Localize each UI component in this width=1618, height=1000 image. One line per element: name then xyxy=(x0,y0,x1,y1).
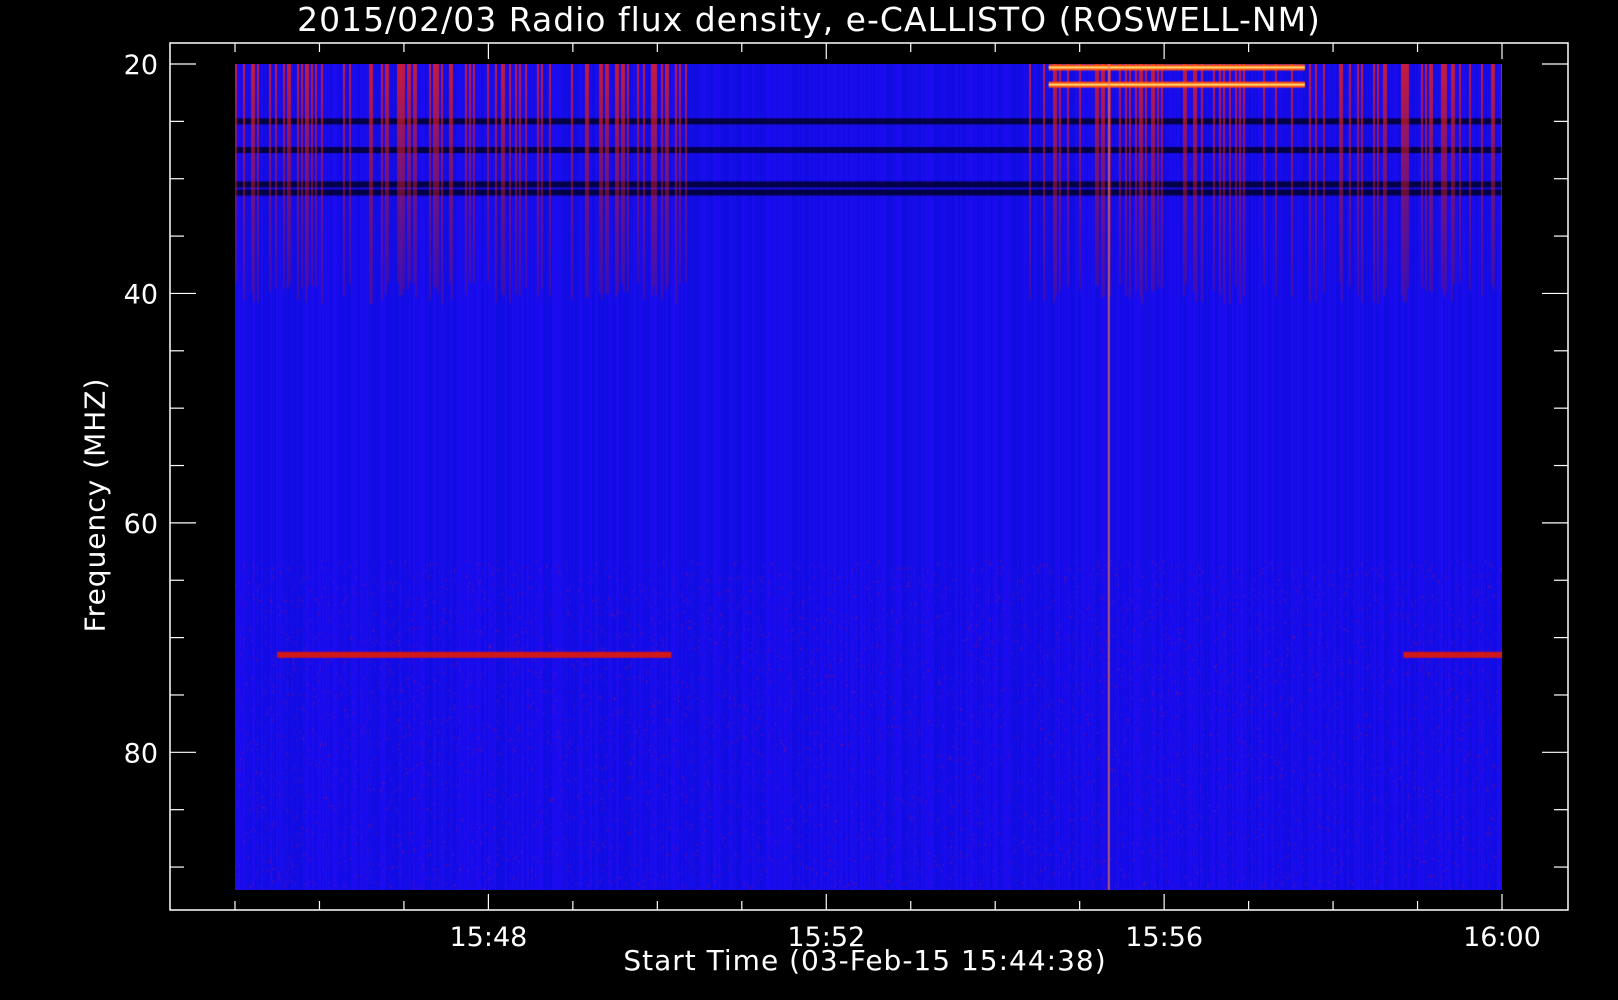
y-tick-label: 60 xyxy=(124,509,158,540)
spectrogram-chart: 15:48 15:52 15:56 16:00 20406080 xyxy=(124,42,1569,953)
spectrogram-image xyxy=(235,64,1502,890)
y-axis-label: Frequency (MHZ) xyxy=(78,377,112,633)
y-tick-label: 20 xyxy=(124,50,158,81)
y-tick-label: 80 xyxy=(124,738,158,769)
y-tick-label: 40 xyxy=(124,279,158,310)
heatmap-layer xyxy=(235,64,1502,890)
x-axis-label: Start Time (03-Feb-15 15:44:38) xyxy=(623,944,1107,977)
